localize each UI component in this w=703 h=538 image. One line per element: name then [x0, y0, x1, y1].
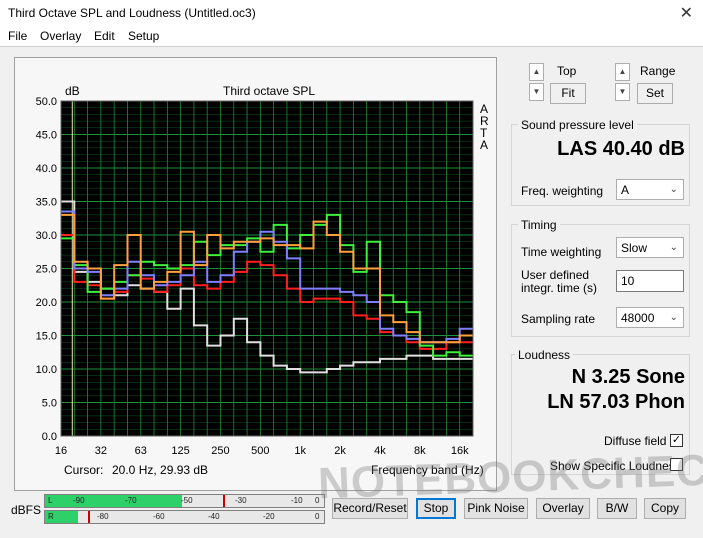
y-tick-label: 40.0 — [36, 163, 57, 175]
y-tick-label: 35.0 — [36, 197, 57, 209]
x-tick-label: 4k — [374, 445, 386, 457]
chevron-down-icon: ⌄ — [669, 184, 678, 195]
y-tick-label: 50.0 — [36, 96, 57, 108]
meter-scale-label: -10 — [291, 496, 303, 505]
time-weighting-value: Slow — [621, 241, 648, 255]
sampling-rate-select[interactable]: 48000 ⌄ — [616, 307, 684, 328]
loudness-group-title: Loudness — [515, 348, 574, 362]
fit-button[interactable]: Fit — [550, 83, 586, 104]
x-tick-label: 63 — [135, 445, 147, 457]
sampling-rate-label: Sampling rate — [521, 312, 596, 326]
x-tick-label: 1k — [294, 445, 306, 457]
meter-scale-label: -80 — [97, 512, 109, 521]
diffuse-field-label: Diffuse field — [604, 434, 667, 448]
y-tick-label: 5.0 — [42, 398, 57, 410]
top-up-button[interactable]: ▲ — [529, 63, 544, 81]
y-tick-label: 0.0 — [42, 431, 57, 443]
y-tick-label: 15.0 — [36, 331, 57, 343]
meter-left-fill — [45, 495, 182, 507]
bw-button[interactable]: B/W — [597, 498, 637, 519]
meter-scale-label: -40 — [208, 512, 220, 521]
dbfs-label: dBFS — [11, 503, 42, 517]
freq-weighting-select[interactable]: A ⌄ — [616, 179, 684, 200]
meter-scale-label: -90 — [73, 496, 85, 505]
loudness-phon: LN 57.03 Phon — [547, 391, 685, 413]
meter-scale-label: 0 — [315, 512, 320, 521]
meter-right-peak — [88, 511, 90, 523]
loudness-sone: N 3.25 Sone — [571, 366, 685, 388]
chevron-down-icon: ⌄ — [669, 242, 678, 253]
meter-scale-label: -70 — [125, 496, 137, 505]
integration-time-input[interactable]: 10 — [616, 270, 684, 292]
meter-left-channel-label: L — [48, 496, 53, 505]
overlay-button[interactable]: Overlay — [536, 498, 590, 519]
x-tick-label: 500 — [251, 445, 269, 457]
user-defined-label-line1: User defined — [521, 268, 590, 282]
stop-button[interactable]: Stop — [416, 498, 456, 519]
meter-left-peak — [223, 495, 225, 507]
range-down-button[interactable]: ▼ — [615, 83, 630, 101]
meter-scale-label: -20 — [263, 512, 275, 521]
x-tick-label: 2k — [334, 445, 346, 457]
y-tick-label: 45.0 — [36, 130, 57, 142]
copy-button[interactable]: Copy — [644, 498, 686, 519]
x-tick-label: 32 — [95, 445, 107, 457]
diffuse-field-checkbox[interactable]: ✓ — [670, 434, 683, 447]
timing-group-title: Timing — [518, 218, 560, 232]
y-tick-label: 25.0 — [36, 264, 57, 276]
range-label: Range — [640, 64, 676, 78]
meter-left-channel: L -90 -70 -50 -30 -10 0 — [44, 494, 325, 508]
record-reset-button[interactable]: Record/Reset — [332, 498, 408, 519]
freq-weighting-value: A — [621, 183, 630, 197]
freq-weighting-label: Freq. weighting — [521, 184, 604, 198]
chevron-down-icon: ⌄ — [669, 312, 678, 323]
x-tick-label: 125 — [171, 445, 189, 457]
pink-noise-button[interactable]: Pink Noise — [464, 498, 528, 519]
x-tick-label: 250 — [211, 445, 229, 457]
range-up-button[interactable]: ▲ — [615, 63, 630, 81]
x-tick-label: 16 — [55, 445, 67, 457]
user-defined-label-line2: integr. time (s) — [521, 281, 598, 295]
time-weighting-select[interactable]: Slow ⌄ — [616, 237, 684, 258]
time-weighting-label: Time weighting — [521, 245, 602, 259]
top-down-button[interactable]: ▼ — [529, 83, 544, 101]
sampling-rate-value: 48000 — [621, 311, 655, 325]
y-tick-label: 30.0 — [36, 230, 57, 242]
y-tick-label: 10.0 — [36, 364, 57, 376]
meter-right-channel: R -80 -60 -40 -20 0 — [44, 510, 325, 524]
meter-scale-label: -30 — [235, 496, 247, 505]
meter-scale-label: -60 — [153, 512, 165, 521]
top-label: Top — [557, 64, 577, 78]
meter-right-channel-label: R — [48, 512, 54, 521]
y-tick-label: 20.0 — [36, 297, 57, 309]
spl-group-title: Sound pressure level — [518, 118, 637, 132]
set-button[interactable]: Set — [637, 83, 673, 104]
meter-scale-label: -50 — [181, 496, 193, 505]
spl-value: LAS 40.40 dB — [557, 138, 685, 160]
